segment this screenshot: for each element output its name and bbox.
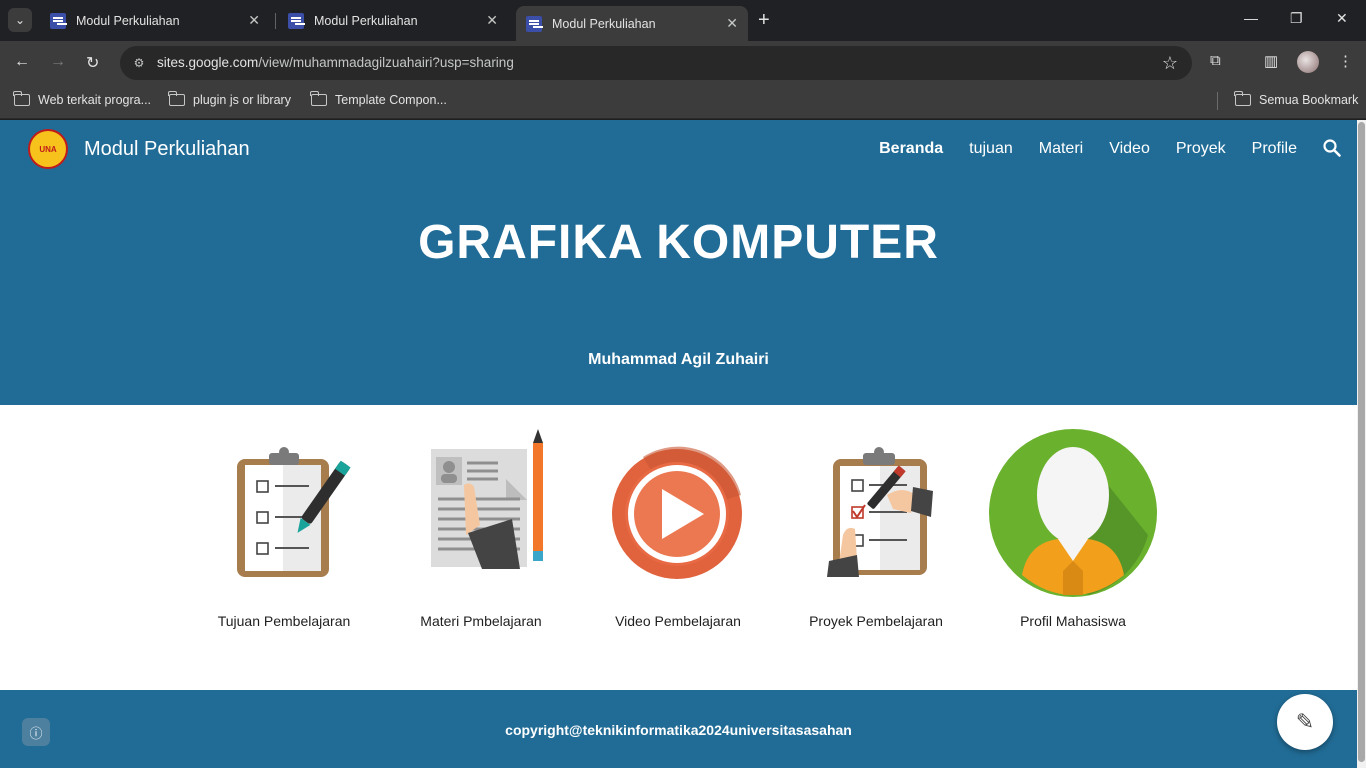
forward-arrow-icon[interactable]: → [50, 53, 66, 71]
address-bar[interactable]: ⚙ sites.google.com/view/muhammadagilzuah… [120, 46, 1192, 80]
browser-tab-2[interactable]: Modul Perkuliahan ✕ [278, 6, 508, 35]
bookmark-separator [1217, 92, 1218, 110]
search-icon[interactable] [1323, 139, 1341, 157]
nav-video[interactable]: Video [1109, 140, 1150, 158]
bookmark-folder-3[interactable]: Template Compon... [310, 91, 447, 107]
tab-separator [275, 13, 276, 29]
site-title[interactable]: Modul Perkuliahan [84, 138, 250, 161]
edit-pencil-icon[interactable]: ✎ [1277, 694, 1333, 750]
tab-title: Modul Perkuliahan [314, 13, 418, 28]
minimize-icon[interactable]: — [1244, 10, 1258, 26]
site-favicon-icon [50, 12, 66, 29]
tab-title: Modul Perkuliahan [552, 16, 656, 31]
folder-icon [310, 91, 327, 106]
side-panel-icon[interactable]: ▥ [1264, 52, 1278, 70]
close-tab-icon[interactable]: ✕ [248, 12, 260, 29]
browser-tab-1[interactable]: Modul Perkuliahan ✕ [40, 6, 270, 35]
folder-icon [13, 91, 30, 106]
hero-header: UNA Modul Perkuliahan Beranda tujuan Mat… [0, 120, 1357, 405]
card-caption: Profil Mahasiswa [1020, 613, 1126, 629]
web-page: UNA Modul Perkuliahan Beranda tujuan Mat… [0, 120, 1357, 768]
close-tab-icon[interactable]: ✕ [726, 15, 738, 32]
bookmarks-bar: Web terkait progra... plugin js or libra… [0, 85, 1366, 119]
folder-icon [1234, 91, 1251, 106]
nav-proyek[interactable]: Proyek [1176, 140, 1226, 158]
tab-title: Modul Perkuliahan [76, 13, 180, 28]
back-arrow-icon[interactable]: ← [14, 53, 30, 71]
card-caption: Video Pembelajaran [615, 613, 741, 629]
menu-kebab-icon[interactable]: ⋮ [1338, 52, 1353, 70]
card-caption: Proyek Pembelajaran [809, 613, 943, 629]
page-title: GRAFIKA KOMPUTER [418, 216, 939, 269]
page-scrollbar[interactable] [1357, 120, 1366, 768]
bookmark-folder-2[interactable]: plugin js or library [168, 91, 291, 107]
bookmark-star-icon[interactable]: ☆ [1162, 53, 1178, 74]
nav-materi[interactable]: Materi [1039, 140, 1083, 158]
card-caption: Materi Pmbelajaran [420, 613, 542, 629]
profile-avatar[interactable] [1297, 51, 1319, 73]
site-info-icon[interactable]: ⚙ [130, 54, 148, 72]
site-footer: ⓘ copyright@teknikinformatika2024univers… [0, 690, 1357, 768]
url-text: sites.google.com/view/muhammadagilzuahai… [157, 55, 514, 70]
document-pencil-icon [431, 429, 543, 569]
scrollbar-thumb[interactable] [1358, 122, 1365, 762]
reload-icon[interactable]: ↻ [86, 53, 99, 73]
all-bookmarks-folder[interactable]: Semua Bookmark [1234, 91, 1358, 107]
close-window-icon[interactable]: ✕ [1336, 10, 1348, 27]
footer-copyright: copyright@teknikinformatika2024universit… [505, 722, 852, 738]
close-tab-icon[interactable]: ✕ [486, 12, 498, 29]
extensions-icon[interactable]: ⧉ [1210, 52, 1221, 69]
tab-search-button[interactable]: ⌄ [8, 8, 32, 32]
nav-profile[interactable]: Profile [1252, 140, 1297, 158]
site-favicon-icon [526, 15, 542, 32]
university-logo[interactable]: UNA [28, 129, 68, 169]
bookmark-folder-1[interactable]: Web terkait progra... [13, 91, 151, 107]
browser-toolbar: ← → ↻ ⚙ sites.google.com/view/muhammadag… [0, 41, 1366, 85]
card-caption: Tujuan Pembelajaran [217, 613, 351, 629]
new-tab-icon[interactable]: + [758, 10, 770, 30]
nav-beranda[interactable]: Beranda [879, 140, 943, 158]
play-icon [612, 446, 742, 579]
page-subtitle: Muhammad Agil Zuhairi [588, 351, 769, 368]
clipboard-checklist-icon [237, 447, 351, 577]
folder-icon [168, 91, 185, 106]
site-nav: Beranda tujuan Materi Video Proyek Profi… [879, 140, 1297, 158]
restore-icon[interactable]: ❐ [1290, 10, 1303, 27]
user-profile-icon [989, 429, 1157, 597]
tab-strip: ⌄ Modul Perkuliahan ✕ Modul Perkuliahan … [0, 0, 1366, 41]
nav-tujuan[interactable]: tujuan [969, 140, 1013, 158]
clipboard-check-hand-icon [827, 447, 933, 577]
site-favicon-icon [288, 12, 304, 29]
browser-tab-3-active[interactable]: Modul Perkuliahan ✕ [516, 6, 748, 41]
